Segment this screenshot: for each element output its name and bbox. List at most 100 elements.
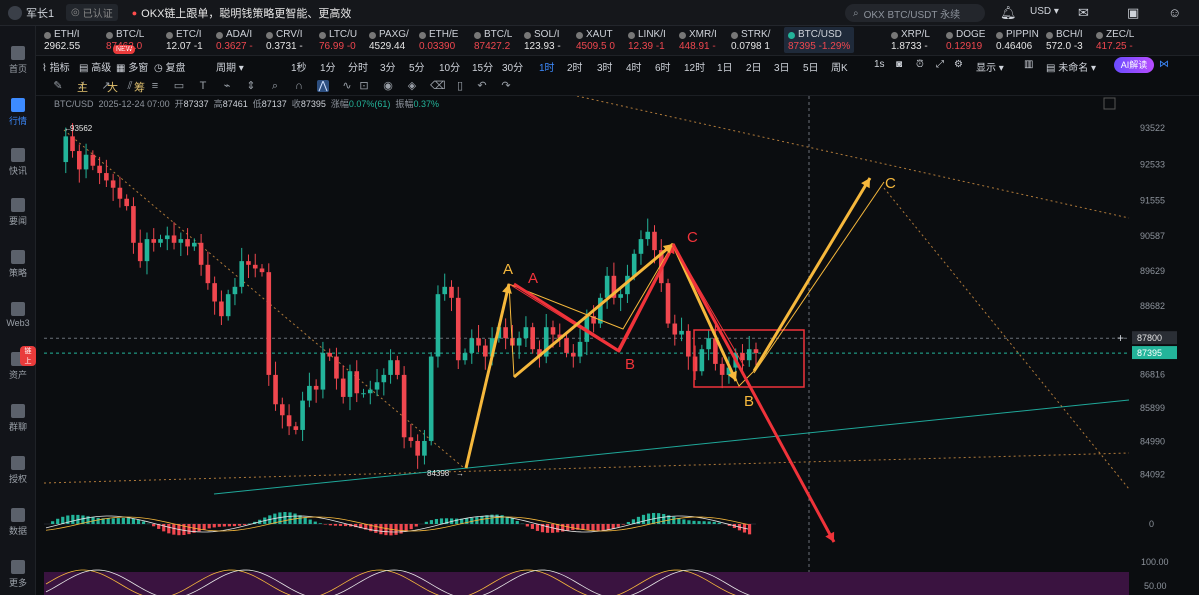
lock-icon[interactable]: ⊡ [358, 80, 370, 92]
zoom-tool-icon[interactable]: ⌕ [269, 80, 281, 92]
period-select[interactable]: 周期 ▾ [216, 59, 244, 74]
interval-11[interactable]: 4时 [626, 59, 642, 74]
layout-select[interactable]: ▤ 未命名 ▾ [1046, 59, 1096, 74]
alarm-icon[interactable]: ⏰︎ [916, 59, 924, 70]
nav-item-auth[interactable]: 授权 [0, 456, 36, 485]
realtime-button[interactable]: 1s [874, 59, 885, 70]
interval-18[interactable]: 周K [831, 59, 848, 74]
interval-8[interactable]: 1时 [539, 59, 555, 74]
multi-window-button[interactable]: ▦ 多窗 [116, 59, 148, 74]
indicator-tab-big[interactable]: 大 [107, 79, 118, 95]
ticker-13[interactable]: STRK/0.0798 1 [731, 29, 770, 53]
replay-button[interactable]: ◷ 复盘 [154, 59, 186, 74]
ticker-3[interactable]: ADA/I 0.3627 - [216, 29, 253, 53]
ticker-17[interactable]: PIPPIN 0.46406 [996, 29, 1039, 53]
user-menu[interactable]: 军长1 [0, 5, 60, 21]
plus-icon[interactable]: + [1117, 331, 1124, 345]
settings-icon[interactable]: ⚙ [954, 59, 963, 70]
indicator-tab-chips[interactable]: 筹 [134, 79, 145, 95]
promo-banner[interactable]: ● OKX链上跟单，聪明钱策略更智能、更高效 [132, 5, 352, 21]
ticker-14[interactable]: BTC/USD 87395 -1.29% [784, 27, 855, 53]
ticker-6[interactable]: PAXG/4529.44 [369, 29, 409, 53]
bell-icon[interactable]: 🔔︎ [1000, 5, 1017, 21]
interval-15[interactable]: 2日 [746, 59, 762, 74]
currency-select[interactable]: USD ▾ [1030, 6, 1059, 17]
pencil-icon[interactable]: ✎ [52, 80, 64, 92]
interval-13[interactable]: 12时 [684, 59, 705, 74]
interval-3[interactable]: 3分 [380, 59, 396, 74]
wallet-icon[interactable]: ▣ [1127, 5, 1139, 21]
ticker-symbol: STRK/ [741, 29, 771, 40]
fib-tool-icon[interactable]: ≡ [149, 80, 161, 92]
macd-bar [596, 524, 600, 531]
ticker-4[interactable]: CRV/I 0.3731 - [266, 29, 303, 53]
eye-icon[interactable]: ◉ [382, 80, 394, 92]
price-chart[interactable]: 93522 92533 91555 90587 89629 88682 86816 85899… [44, 96, 1199, 595]
indicator-tab-main[interactable]: 主 [77, 79, 88, 95]
interval-2[interactable]: 分时 [348, 59, 368, 74]
ticker-11[interactable]: LINK/I 12.39 -1 [628, 29, 666, 53]
interval-5[interactable]: 10分 [439, 59, 460, 74]
ticker-10[interactable]: XAUT 4509.5 0 [576, 29, 615, 53]
nav-item-strategy[interactable]: 策略 [0, 250, 36, 279]
interval-16[interactable]: 3日 [774, 59, 790, 74]
interval-1[interactable]: 1分 [320, 59, 336, 74]
text-tool-icon[interactable]: T [197, 80, 209, 92]
ticker-2[interactable]: ETC/I 12.07 -1 [166, 29, 203, 53]
layers-icon[interactable]: ◈ [406, 80, 418, 92]
wave-tool-icon[interactable]: ∿ [341, 80, 353, 92]
bookmark-icon[interactable]: ▯ [454, 80, 466, 92]
share-icon[interactable]: ⋈ [1159, 59, 1169, 70]
nav-item-home[interactable]: 首页 [0, 46, 36, 75]
measure-tool-icon[interactable]: ⇕ [245, 80, 257, 92]
mail-icon[interactable]: ✉ [1078, 5, 1089, 21]
ticker-8[interactable]: BTC/L 87427.2 [474, 29, 512, 53]
ticker-1[interactable]: BTC/L 87462.0 [106, 29, 144, 53]
advanced-button[interactable]: ▤ 高级 [79, 59, 111, 74]
ticker-7[interactable]: ETH/E 0.03390 [419, 29, 458, 53]
interval-4[interactable]: 5分 [409, 59, 425, 74]
magnet-tool-icon[interactable]: ∩ [293, 80, 305, 92]
nav-item-chat[interactable]: 群聊 [0, 404, 36, 433]
ticker-12[interactable]: XMR/I 448.91 - [679, 29, 717, 53]
verified-badge[interactable]: ◎ 已认证 [66, 4, 118, 21]
ticker-9[interactable]: SOL/I 123.93 - [524, 29, 561, 53]
pattern-tool-icon[interactable]: ⋀ [317, 80, 329, 92]
ticker-19[interactable]: ZEC/L 417.25 - [1096, 29, 1134, 53]
ticker-5[interactable]: LTC/U 76.99 -0 [319, 29, 357, 53]
nav-item-asset[interactable]: 链上 资产 [0, 346, 36, 381]
nav-item-more[interactable]: 更多 [0, 560, 36, 589]
expand-icon[interactable]: ⤢ [936, 59, 944, 70]
layout-icon[interactable]: ▥ [1024, 59, 1033, 70]
ticker-16[interactable]: DOGE 0.12919 [946, 29, 985, 53]
nav-item-web3[interactable]: Web3 [0, 302, 36, 328]
shape-tool-icon[interactable]: ▭ [173, 80, 185, 92]
macd-bar [288, 512, 292, 524]
interval-0[interactable]: 1秒 [291, 59, 307, 74]
ticker-18[interactable]: BCH/I 572.0 -3 [1046, 29, 1083, 53]
indicators-button[interactable]: ⌇ 指标 [42, 59, 70, 74]
profile-icon[interactable]: ☺ [1168, 5, 1181, 20]
interval-14[interactable]: 1日 [717, 59, 733, 74]
nav-item-data[interactable]: 数据 [0, 508, 36, 537]
camera-icon[interactable]: ◙ [896, 59, 902, 70]
nav-item-flash[interactable]: 快讯 [0, 148, 36, 177]
redo-icon[interactable]: ↷ [500, 80, 512, 92]
interval-12[interactable]: 6时 [655, 59, 671, 74]
undo-icon[interactable]: ↶ [476, 80, 488, 92]
ai-interpret-button[interactable]: AI解读 [1114, 57, 1154, 73]
interval-17[interactable]: 5日 [803, 59, 819, 74]
trash-icon[interactable]: ⌫ [430, 80, 446, 92]
ticker-0[interactable]: ETH/I 2962.55 [44, 29, 80, 53]
ticker-15[interactable]: XRP/L 1.8733 - [891, 29, 930, 53]
interval-7[interactable]: 30分 [502, 59, 523, 74]
brush-tool-icon[interactable]: ⌁ [221, 80, 233, 92]
interval-6[interactable]: 15分 [472, 59, 493, 74]
interval-9[interactable]: 2时 [567, 59, 583, 74]
display-button[interactable]: 显示 ▾ [976, 59, 1004, 74]
search-box[interactable]: ⌕ OKX BTC/USDT 永续 [845, 4, 985, 22]
nav-item-market[interactable]: 行情 [0, 98, 36, 127]
interval-10[interactable]: 3时 [597, 59, 613, 74]
nav-item-news[interactable]: 要闻 [0, 198, 36, 227]
fullscreen-icon[interactable] [1103, 97, 1116, 110]
